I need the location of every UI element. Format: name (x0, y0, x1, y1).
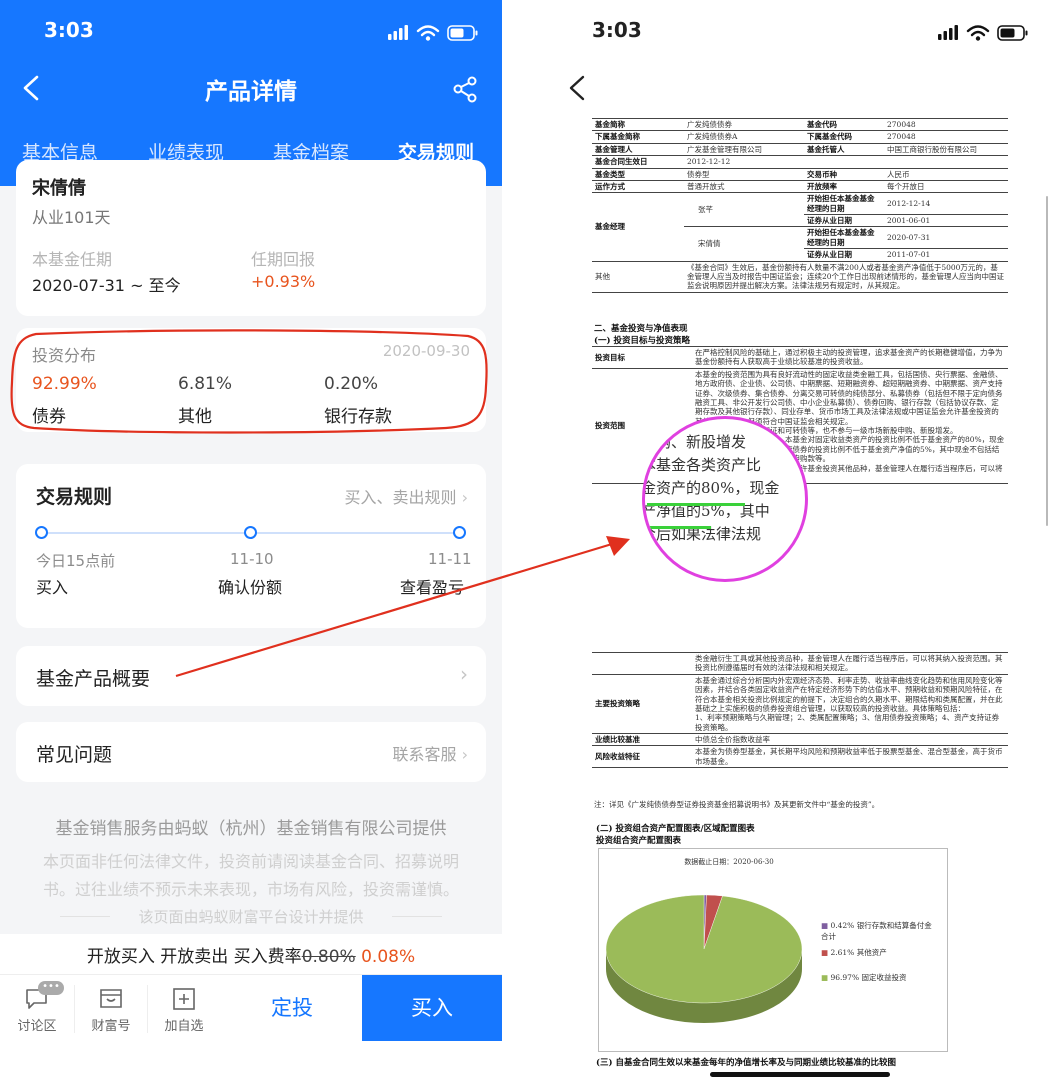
red-arrow-annotation (175, 536, 630, 678)
